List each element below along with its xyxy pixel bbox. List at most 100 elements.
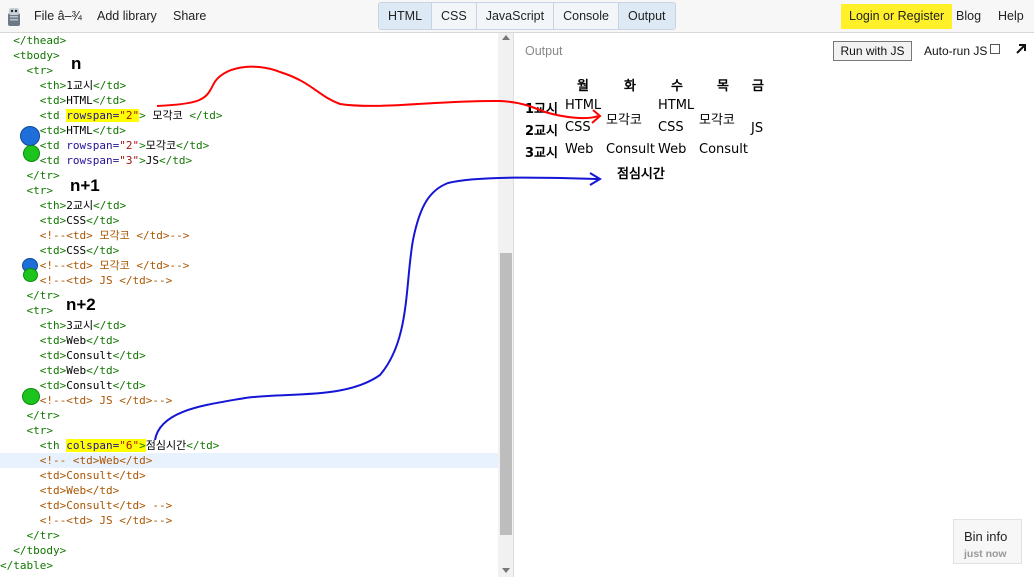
code-token: 모각코 xyxy=(145,139,177,152)
code-token: <td> xyxy=(39,334,67,347)
code-line[interactable]: <!--<td> JS </td>--> xyxy=(0,393,498,408)
tab-css[interactable]: CSS xyxy=(432,3,477,29)
code-token: </td> xyxy=(86,334,120,347)
code-token: 1교시 xyxy=(66,79,94,92)
code-token: <tbody> xyxy=(13,49,60,62)
cell-consult-2: Consult xyxy=(699,142,748,157)
code-token: rowspan= xyxy=(66,139,120,152)
code-token: <td xyxy=(39,139,67,152)
period-1-header: 1교시 xyxy=(525,102,558,117)
code-line[interactable]: <td rowspan="2">모각코</td> xyxy=(0,138,498,153)
code-line[interactable]: <td>CSS</td> xyxy=(0,243,498,258)
code-token: JS xyxy=(145,154,159,167)
help-link[interactable]: Help xyxy=(998,9,1024,23)
code-token: </td> xyxy=(93,79,127,92)
cell-consult: Consult xyxy=(606,142,655,157)
code-line[interactable]: </tbody> xyxy=(0,543,498,558)
code-line[interactable]: <!--<td> 모각코 </td>--> xyxy=(0,228,498,243)
code-token: "2" xyxy=(119,109,140,122)
code-token: HTML xyxy=(66,124,93,137)
code-line[interactable]: <th>2교시</td> xyxy=(0,198,498,213)
code-line[interactable]: <td>HTML</td> xyxy=(0,123,498,138)
code-line[interactable]: <th>1교시</td> xyxy=(0,78,498,93)
code-line[interactable]: <td>Consult</td> xyxy=(0,378,498,393)
file-menu[interactable]: File â–¾ xyxy=(34,9,82,23)
code-token: </tr> xyxy=(26,409,60,422)
code-token: <!--<td> 모각코 </td>--> xyxy=(39,259,190,272)
code-line[interactable]: <td rowspan="2"> 모각코 </td> xyxy=(0,108,498,123)
html-editor-panel[interactable]: </thead> <tbody> <tr> <th>1교시</td> <td>H… xyxy=(0,33,514,577)
scroll-down-arrow-icon[interactable] xyxy=(502,568,510,573)
code-token: <td> xyxy=(39,364,67,377)
code-line[interactable]: <!--<td> JS </td>--> xyxy=(0,513,498,528)
code-token: </tr> xyxy=(26,529,60,542)
code-line[interactable]: <td>HTML</td> xyxy=(0,93,498,108)
code-line[interactable]: <!--<td> JS </td>--> xyxy=(0,273,498,288)
code-token: <!--<td> JS </td>--> xyxy=(39,514,173,527)
code-token: rowspan= xyxy=(66,154,120,167)
code-token: </tr> xyxy=(26,169,60,182)
code-line[interactable]: <tr> xyxy=(0,423,498,438)
code-token: <tr> xyxy=(26,304,54,317)
schedule-table: 월 화 수 목 금 1교시 HTML 모각코 HTML 모각코 JS 2교시 C… xyxy=(515,33,1034,233)
code-line[interactable]: <th>3교시</td> xyxy=(0,318,498,333)
code-line[interactable]: </thead> xyxy=(0,33,498,48)
bin-info-badge[interactable]: Bin info just now xyxy=(953,519,1022,564)
code-token: <th xyxy=(39,439,67,452)
code-token: </td> xyxy=(92,94,126,107)
code-line[interactable]: <td>Consult</td> --> xyxy=(0,498,498,513)
jsbin-logo-icon[interactable] xyxy=(6,7,22,27)
tab-javascript[interactable]: JavaScript xyxy=(477,3,555,29)
code-line[interactable]: <!-- <td>Web</td> xyxy=(0,453,498,468)
code-line[interactable]: <td>Web</td> xyxy=(0,483,498,498)
bin-info-time: just now xyxy=(964,548,1007,560)
cell-html-2: HTML xyxy=(658,98,695,113)
editor-scrollbar-thumb[interactable] xyxy=(500,253,512,535)
code-token: CSS xyxy=(66,214,87,227)
code-token: </thead> xyxy=(13,34,67,47)
code-token: </td> xyxy=(112,349,146,362)
code-line[interactable]: </tr> xyxy=(0,408,498,423)
code-line[interactable]: </table> xyxy=(0,558,498,573)
code-token: <th> xyxy=(39,79,67,92)
tab-console[interactable]: Console xyxy=(554,3,619,29)
code-line[interactable]: <!--<td> 모각코 </td>--> xyxy=(0,258,498,273)
code-token: <td>Consult</td> --> xyxy=(39,499,173,512)
scroll-up-arrow-icon[interactable] xyxy=(502,35,510,40)
code-line[interactable]: <td>Web</td> xyxy=(0,363,498,378)
code-token: <th> xyxy=(39,319,67,332)
code-line[interactable]: <td rowspan="3">JS</td> xyxy=(0,153,498,168)
cell-mogakco: 모각코 xyxy=(606,113,642,128)
share-menu[interactable]: Share xyxy=(173,9,206,23)
code-line[interactable]: <td>Consult</td> xyxy=(0,348,498,363)
cell-js: JS xyxy=(751,121,764,136)
code-token: </table> xyxy=(0,559,53,572)
code-line[interactable]: <td>CSS</td> xyxy=(0,213,498,228)
code-line[interactable]: <td>Web</td> xyxy=(0,333,498,348)
code-token: rowspan= xyxy=(66,109,120,122)
code-line[interactable]: <td>Consult</td> xyxy=(0,468,498,483)
cell-css-2: CSS xyxy=(658,120,684,135)
login-register-button[interactable]: Login or Register xyxy=(841,4,953,29)
add-library-menu[interactable]: Add library xyxy=(97,9,157,23)
code-token: <td> xyxy=(39,124,67,137)
blog-link[interactable]: Blog xyxy=(956,9,981,23)
code-token: <td> xyxy=(39,244,67,257)
code-line[interactable]: </tr> xyxy=(0,528,498,543)
code-line[interactable]: <th colspan="6">점심시간</td> xyxy=(0,438,498,453)
code-token: </td> xyxy=(112,379,146,392)
tab-html[interactable]: HTML xyxy=(379,3,433,29)
code-token: "6" xyxy=(119,439,140,452)
header-mon: 월 xyxy=(577,79,589,94)
tab-output[interactable]: Output xyxy=(618,3,675,29)
code-token: </tr> xyxy=(26,289,60,302)
